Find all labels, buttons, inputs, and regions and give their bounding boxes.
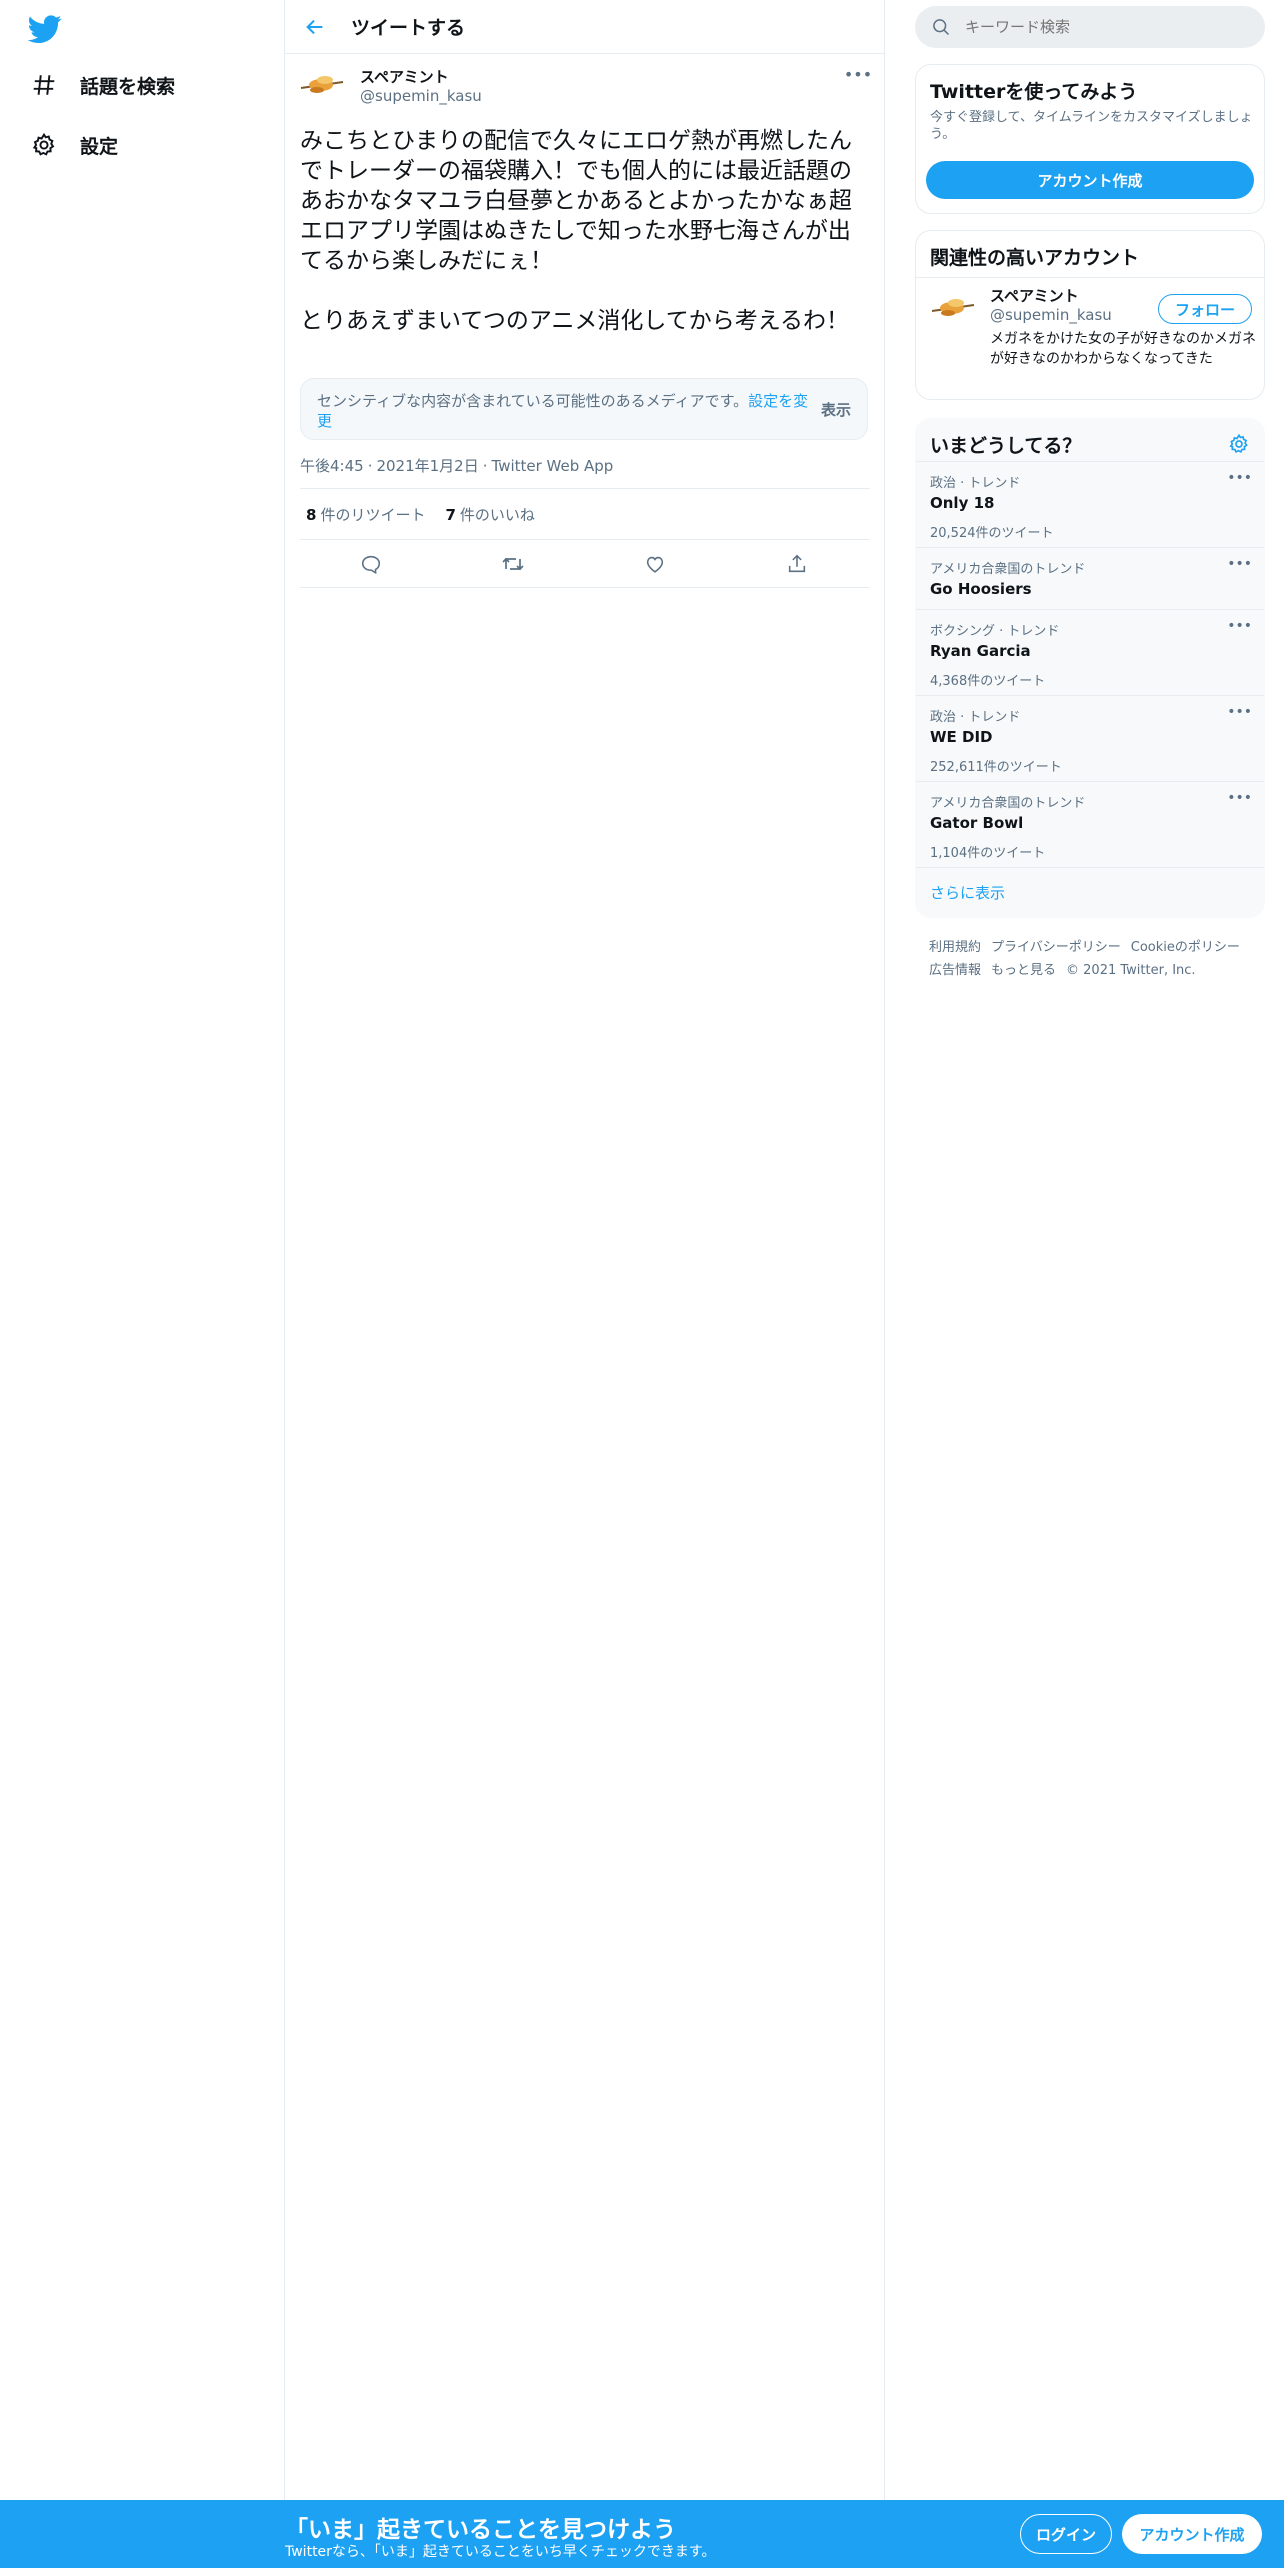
sensitive-media-notice: センシティブな内容が含まれている可能性のあるメディアです。設定を変更 表示 [300, 378, 868, 440]
hashtag-icon [28, 69, 60, 101]
search-bar[interactable] [915, 6, 1265, 48]
more-options-icon[interactable]: ••• [1227, 790, 1252, 806]
trend-count: 4,368件のツイート [930, 674, 1046, 689]
footer-links: 利用規約 プライバシーポリシー Cookieのポリシー 広告情報 もっと見る © 202… [929, 936, 1259, 982]
trend-count: 1,104件のツイート [930, 846, 1046, 861]
trend-name: Only 18 [930, 494, 995, 512]
meta-separator: · [367, 457, 373, 475]
show-media-button[interactable]: 表示 [821, 399, 851, 420]
gear-icon[interactable] [1228, 433, 1250, 455]
reply-icon[interactable] [357, 550, 385, 578]
more-options-icon[interactable]: ••• [844, 62, 872, 86]
trend-item[interactable]: 政治 · トレンド WE DID 252,611件のツイート ••• [916, 695, 1264, 781]
back-arrow-icon[interactable] [295, 7, 335, 47]
related-accounts-card: 関連性の高いアカウント スペアミント @supemin_kasu メガネをかけた… [915, 230, 1265, 400]
meta-separator: · [482, 457, 488, 475]
signup-button[interactable]: アカウント作成 [1122, 2514, 1262, 2554]
trends-card: いまどうしてる？ 政治 · トレンド Only 18 20,524件のツイート … [915, 418, 1265, 918]
sidebar-item-explore[interactable]: 話題を検索 [28, 65, 175, 105]
trend-context: 政治 · トレンド [930, 710, 1021, 725]
like-icon[interactable] [641, 550, 669, 578]
trends-title: いまどうしてる？ [930, 435, 1082, 457]
gear-icon [28, 129, 60, 161]
more-options-icon[interactable]: ••• [1227, 556, 1252, 572]
login-button[interactable]: ログイン [1020, 2514, 1112, 2554]
twitter-bird-icon[interactable] [27, 12, 62, 46]
tweet-actions [300, 540, 870, 588]
sidebar-item-label: 設定 [80, 135, 119, 158]
left-sidebar: 話題を検索 設定 [0, 0, 285, 2500]
avatar[interactable] [299, 68, 345, 98]
retweet-label: 件のリツイート [320, 505, 426, 524]
terms-link[interactable]: 利用規約 [929, 940, 981, 955]
like-count: 7 [445, 505, 456, 524]
divider [916, 277, 1264, 278]
more-options-icon[interactable]: ••• [1227, 470, 1252, 486]
related-account-bio: メガネをかけた女の子が好きなのかメガネが好きなのかわからなくなってきた [990, 331, 1256, 367]
signup-card: Twitterを使ってみよう 今すぐ登録して、タイムラインをカスタマイズしましょ… [915, 64, 1265, 214]
more-options-icon[interactable]: ••• [1227, 618, 1252, 634]
more-link[interactable]: もっと見る [991, 963, 1056, 978]
related-account-handle[interactable]: @supemin_kasu [990, 306, 1112, 324]
cookie-link[interactable]: Cookieのポリシー [1131, 940, 1240, 955]
trend-item[interactable]: 政治 · トレンド Only 18 20,524件のツイート ••• [916, 461, 1264, 547]
tweet-source[interactable]: Twitter Web App [492, 457, 614, 475]
copyright: © 2021 Twitter, Inc. [1066, 963, 1196, 978]
search-input[interactable] [965, 18, 1245, 36]
sidebar-item-label: 話題を検索 [80, 75, 176, 98]
bottom-bar-subtitle: Twitterなら、「いま」起きていることをいち早くチェックできます。 [285, 2544, 716, 2560]
ads-link[interactable]: 広告情報 [929, 963, 981, 978]
trend-name: WE DID [930, 728, 993, 746]
tweet-text: みこちとひまりの配信で久々にエロゲ熱が再燃したんでトレーダーの福袋購入！でも個人… [300, 128, 852, 334]
author-name[interactable]: スペアミント [360, 66, 449, 87]
tweet-time[interactable]: 午後4:45 [300, 457, 364, 475]
bottom-signup-bar: 「いま」起きていることを見つけよう Twitterなら、「いま」起きていることを… [0, 2500, 1284, 2568]
trend-name: Gator Bowl [930, 814, 1024, 832]
create-account-button[interactable]: アカウント作成 [926, 161, 1254, 199]
trend-item[interactable]: アメリカ合衆国のトレンド Gator Bowl 1,104件のツイート ••• [916, 781, 1264, 867]
search-icon [931, 17, 951, 37]
sidebar-item-settings[interactable]: 設定 [28, 125, 118, 165]
follow-button[interactable]: フォロー [1158, 294, 1252, 324]
trend-item[interactable]: アメリカ合衆国のトレンド Go Hoosiers ••• [916, 547, 1264, 609]
bottom-bar-title: 「いま」起きていることを見つけよう [285, 2517, 676, 2543]
trend-name: Ryan Garcia [930, 642, 1031, 660]
retweet-icon[interactable] [499, 550, 527, 578]
trend-context: アメリカ合衆国のトレンド [930, 562, 1086, 577]
main-column: ツイートする スペアミント @supemin_kasu ••• みこちとひまりの… [285, 0, 885, 2500]
trend-name: Go Hoosiers [930, 580, 1032, 598]
show-more-link[interactable]: さらに表示 [930, 882, 1005, 903]
trend-count: 252,611件のツイート [930, 760, 1062, 775]
retweet-stat[interactable]: 8 件のリツイート [306, 504, 425, 525]
show-more-row[interactable]: さらに表示 [916, 867, 1264, 917]
page-header: ツイートする [285, 0, 884, 54]
page-title: ツイートする [351, 17, 466, 39]
privacy-link[interactable]: プライバシーポリシー [991, 940, 1121, 955]
trend-context: アメリカ合衆国のトレンド [930, 796, 1086, 811]
related-card-title: 関連性の高いアカウント [930, 247, 1140, 269]
retweet-count: 8 [306, 505, 317, 524]
tweet-author: スペアミント @supemin_kasu ••• [285, 54, 884, 108]
trend-context: 政治 · トレンド [930, 476, 1021, 491]
signup-card-subtitle: 今すぐ登録して、タイムラインをカスタマイズしましょう。 [930, 110, 1253, 142]
tweet-stats: 8 件のリツイート 7 件のいいね [300, 488, 870, 540]
like-label: 件のいいね [459, 505, 535, 524]
share-icon[interactable] [783, 550, 811, 578]
tweet-date[interactable]: 2021年1月2日 [376, 457, 478, 475]
tweet-meta: 午後4:45 · 2021年1月2日 · Twitter Web App [300, 455, 613, 476]
more-options-icon[interactable]: ••• [1227, 704, 1252, 720]
sensitive-notice-text: センシティブな内容が含まれている可能性のあるメディアです。設定を変更 [317, 391, 817, 431]
signup-card-title: Twitterを使ってみよう [930, 81, 1138, 103]
avatar[interactable] [930, 291, 976, 321]
related-account-name[interactable]: スペアミント [990, 285, 1079, 306]
trend-item[interactable]: ボクシング · トレンド Ryan Garcia 4,368件のツイート ••• [916, 609, 1264, 695]
trend-context: ボクシング · トレンド [930, 624, 1060, 639]
like-stat[interactable]: 7 件のいいね [445, 504, 534, 525]
sensitive-notice-label: センシティブな内容が含まれている可能性のあるメディアです。 [317, 392, 749, 410]
trend-count: 20,524件のツイート [930, 526, 1054, 541]
author-handle[interactable]: @supemin_kasu [360, 87, 482, 105]
